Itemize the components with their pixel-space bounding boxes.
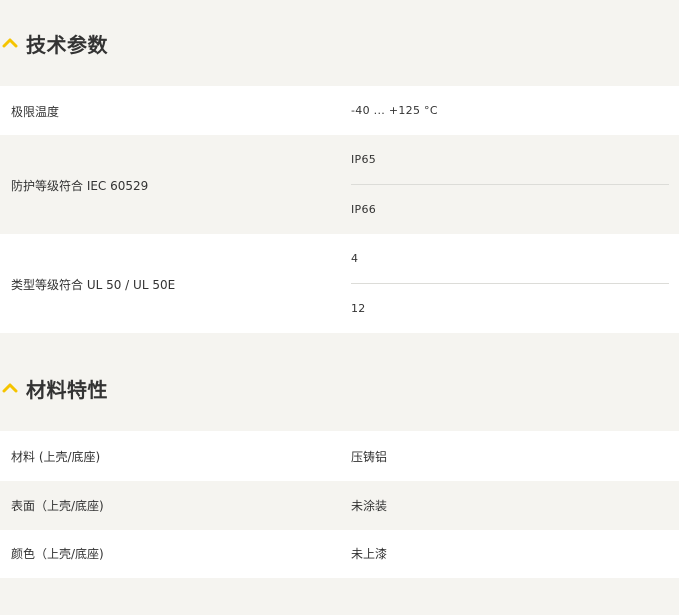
value-divider <box>351 283 669 284</box>
table-row: 类型等级符合 UL 50 / UL 50E 4 12 <box>0 234 679 333</box>
row-value: 压铸铝 <box>351 450 388 464</box>
row-value: 12 <box>351 302 366 315</box>
table-row: 极限温度 -40 ... +125 °C <box>0 86 679 135</box>
section-header-technical-parameters[interactable]: 技术参数 <box>0 0 679 86</box>
row-label: 防护等级符合 IEC 60529 <box>11 179 149 193</box>
value-divider <box>351 184 669 185</box>
chevron-up-icon[interactable] <box>2 38 18 48</box>
row-label: 极限温度 <box>11 105 60 119</box>
row-value: 4 <box>351 252 359 265</box>
material-properties-table: 材料 (上壳/底座) 压铸铝 表面（上壳/底座) 未涂装 颜色（上壳/底座) 未… <box>0 431 679 578</box>
page-bottom-background <box>0 578 679 615</box>
row-value: 未上漆 <box>351 547 388 561</box>
row-label: 材料 (上壳/底座) <box>11 450 101 464</box>
table-row: 材料 (上壳/底座) 压铸铝 <box>0 431 679 481</box>
row-value: 未涂装 <box>351 499 388 513</box>
chevron-up-icon[interactable] <box>2 383 18 393</box>
row-value: -40 ... +125 °C <box>351 104 438 117</box>
section-header-material-properties[interactable]: 材料特性 <box>0 345 679 431</box>
row-label: 颜色（上壳/底座) <box>11 547 104 561</box>
row-label: 类型等级符合 UL 50 / UL 50E <box>11 278 176 292</box>
section-title: 材料特性 <box>26 377 108 402</box>
row-value: IP66 <box>351 203 377 216</box>
table-row: 颜色（上壳/底座) 未上漆 <box>0 530 679 578</box>
table-row: 表面（上壳/底座) 未涂装 <box>0 481 679 530</box>
technical-parameters-table: 极限温度 -40 ... +125 °C 防护等级符合 IEC 60529 IP… <box>0 86 679 333</box>
row-label: 表面（上壳/底座) <box>11 499 104 513</box>
row-value: IP65 <box>351 153 377 166</box>
section-title: 技术参数 <box>26 32 108 57</box>
table-row: 防护等级符合 IEC 60529 IP65 IP66 <box>0 135 679 234</box>
